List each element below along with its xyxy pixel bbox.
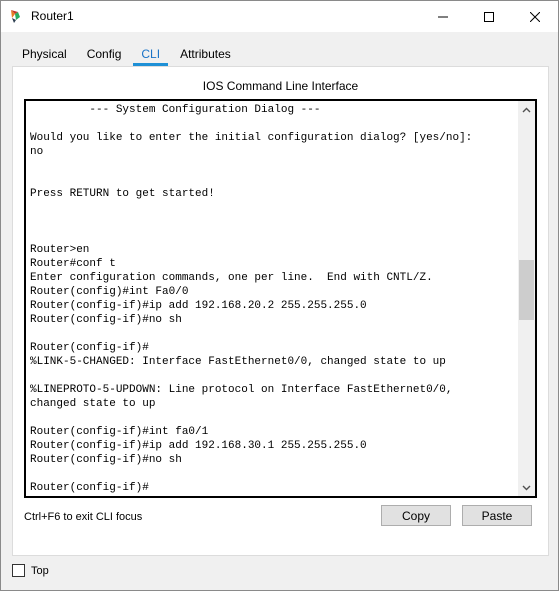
- terminal-line: Router>en: [30, 244, 90, 256]
- top-checkbox[interactable]: [12, 564, 25, 577]
- copy-button[interactable]: Copy: [381, 505, 451, 526]
- scroll-thumb[interactable]: [519, 260, 534, 320]
- terminal-line: %LINK-5-CHANGED: Interface FastEthernet0…: [30, 356, 446, 368]
- terminal-line: Router(config-if)#ip add 192.168.20.2 25…: [30, 300, 367, 312]
- terminal-line: Router(config)#int Fa0/0: [30, 286, 189, 298]
- tab-attributes[interactable]: Attributes: [170, 43, 241, 66]
- panel-title: IOS Command Line Interface: [202, 79, 359, 93]
- cli-panel: IOS Command Line Interface --- System Co…: [12, 66, 549, 556]
- window-title: Router1: [31, 9, 74, 23]
- terminal-scrollbar[interactable]: [518, 101, 535, 496]
- paste-button[interactable]: Paste: [462, 505, 532, 526]
- terminal-line: %LINEPROTO-5-UPDOWN: Line protocol on In…: [30, 384, 453, 396]
- tab-config[interactable]: Config: [77, 43, 132, 66]
- top-label: Top: [31, 564, 49, 577]
- router-app-icon: [9, 8, 25, 24]
- close-button[interactable]: [512, 1, 558, 32]
- tab-bar: Physical Config CLI Attributes: [12, 43, 241, 66]
- close-icon: [530, 11, 540, 22]
- maximize-button[interactable]: [466, 1, 512, 32]
- terminal-line: no: [30, 146, 44, 158]
- terminal-line: Enter configuration commands, one per li…: [30, 272, 433, 284]
- cli-terminal[interactable]: --- System Configuration Dialog --- Woul…: [24, 99, 537, 498]
- tab-physical[interactable]: Physical: [12, 43, 77, 66]
- minimize-icon: [438, 16, 448, 17]
- scroll-down-button[interactable]: [518, 479, 535, 496]
- terminal-line: Router(config-if)#int fa0/1: [30, 426, 209, 438]
- terminal-line: Router(config-if)#no sh: [30, 314, 182, 326]
- maximize-icon: [484, 11, 494, 22]
- terminal-line: Router(config-if)#ip add 192.168.30.1 25…: [30, 440, 367, 452]
- terminal-line: Router(config-if)#: [30, 342, 149, 354]
- terminal-output[interactable]: --- System Configuration Dialog --- Woul…: [30, 103, 516, 495]
- terminal-line: Press RETURN to get started!: [30, 188, 215, 200]
- minimize-button[interactable]: [420, 1, 466, 32]
- terminal-line: Router(config-if)#: [30, 482, 149, 494]
- terminal-line: Router#conf t: [30, 258, 116, 270]
- terminal-line: Would you like to enter the initial conf…: [30, 132, 473, 144]
- tab-cli[interactable]: CLI: [131, 43, 170, 66]
- cli-focus-hint: Ctrl+F6 to exit CLI focus: [24, 511, 143, 523]
- terminal-line: changed state to up: [30, 398, 156, 410]
- title-bar[interactable]: Router1: [1, 1, 558, 32]
- router-window: Router1 Physical Config CLI Attributes I…: [0, 0, 559, 591]
- top-option[interactable]: Top: [12, 564, 49, 577]
- terminal-line: --- System Configuration Dialog ---: [30, 104, 321, 116]
- terminal-line: Router(config-if)#no sh: [30, 454, 182, 466]
- scroll-up-button[interactable]: [518, 101, 535, 118]
- chevron-up-icon: [522, 107, 531, 112]
- chevron-down-icon: [522, 485, 531, 490]
